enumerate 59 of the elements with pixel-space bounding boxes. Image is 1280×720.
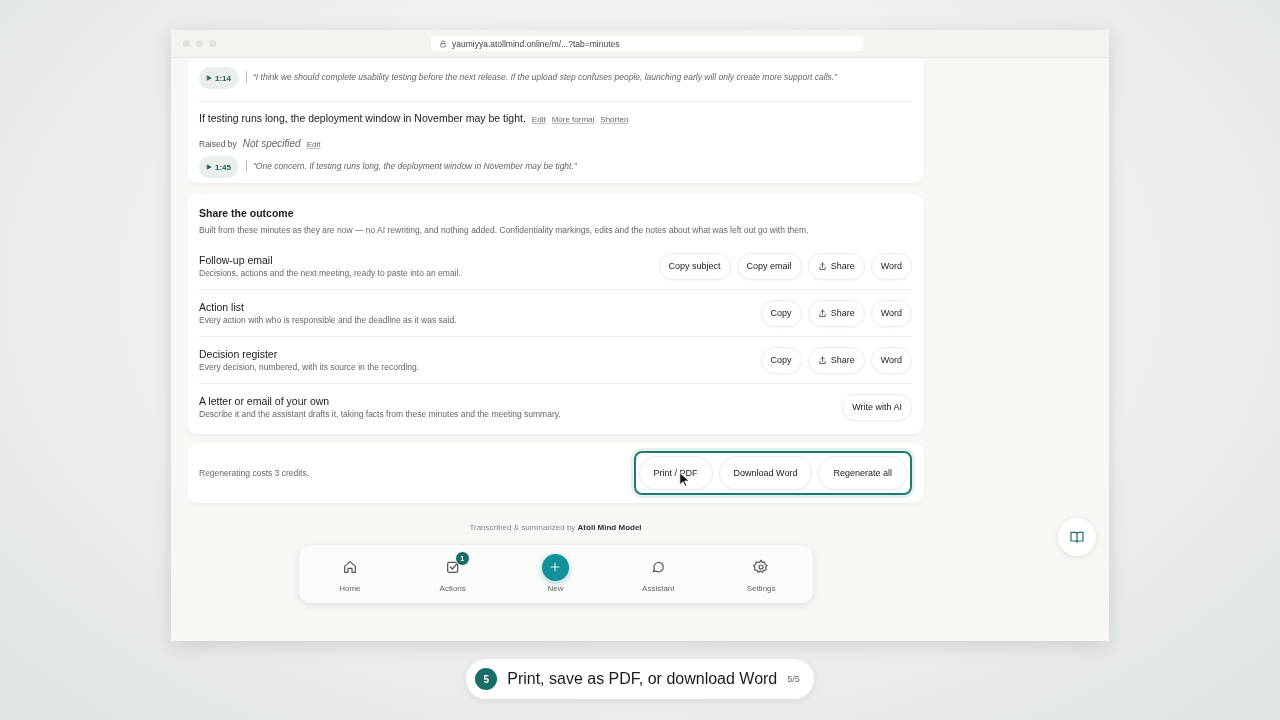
step-counter: 5/5: [787, 674, 800, 684]
play-button[interactable]: 1:45: [199, 156, 238, 178]
edit-link[interactable]: More formal: [551, 115, 595, 124]
nav-item[interactable]: Assistant: [618, 555, 699, 593]
action-button[interactable]: Word: [870, 252, 912, 280]
row-title: Follow-up email: [199, 254, 274, 266]
play-button[interactable]: 1:14: [199, 67, 238, 89]
quote-text: “I think we should complete usability testing before the next release. If the upload step confuses people, launching early will only create more support calls.”: [246, 70, 837, 83]
edit-link[interactable]: Edit: [306, 140, 321, 149]
caption-text: Print, save as PDF, or download Word: [507, 670, 778, 688]
action-button[interactable]: Write with AI: [842, 393, 912, 421]
share-button[interactable]: Share: [807, 346, 865, 374]
step-badge: 5: [475, 668, 498, 690]
row-description: Every decision, numbered, with its source in the recording.: [199, 362, 420, 372]
row-title: Action list: [199, 301, 245, 313]
action-button[interactable]: Word: [870, 299, 912, 327]
home-icon: [341, 559, 358, 575]
add-button[interactable]: [542, 553, 569, 581]
action-button[interactable]: Regenerate all: [818, 456, 907, 490]
share-icon: [817, 261, 827, 271]
share-button[interactable]: Share: [807, 299, 865, 327]
row-title: A letter or email of your own: [199, 395, 331, 407]
point-text: If testing runs long, the deployment window in November may be tight.: [199, 112, 526, 124]
row-title: Decision register: [199, 348, 279, 360]
nav-item[interactable]: New: [515, 555, 596, 593]
row-description: Describe it and the assistant drafts it, taking facts from these minutes and the meeting summary.: [199, 409, 561, 419]
nav-item[interactable]: Home: [309, 555, 390, 593]
row-description: Decisions, actions and the next meeting, ready to paste into an email.: [199, 268, 461, 278]
play-icon: [206, 164, 212, 170]
action-button[interactable]: Copy: [760, 299, 802, 327]
lock-icon: [439, 39, 447, 48]
share-icon: [817, 355, 827, 365]
nav-item[interactable]: Settings: [721, 555, 802, 593]
share-button[interactable]: Share: [807, 252, 865, 280]
edit-link[interactable]: Shorten: [600, 115, 629, 124]
address-bar[interactable]: yaumiyya.atollmind.online/m/...?tab=minutes: [431, 36, 863, 51]
chat-icon: [650, 559, 667, 575]
checkbox-icon: [444, 559, 461, 575]
section-title: Share the outcome: [199, 207, 295, 219]
credit-text: Transcribed & summarized by Atoll Mind Model: [468, 523, 643, 532]
quote-text: “One concern. If testing runs long, the deployment window in November may be tight.”: [246, 159, 577, 172]
raised-by-label: Raised by: [199, 139, 237, 149]
guide-button[interactable]: [1058, 518, 1096, 556]
play-icon: [206, 75, 212, 81]
row-description: Every action with who is responsible and the deadline as it was said.: [199, 315, 457, 325]
action-button[interactable]: Copy subject: [658, 252, 731, 280]
credits-note: Regenerating costs 3 credits.: [199, 468, 310, 478]
action-button[interactable]: Word: [870, 346, 912, 374]
action-button[interactable]: Download Word: [718, 456, 813, 490]
action-button[interactable]: Copy email: [736, 252, 802, 280]
raised-by-value: Not specified: [242, 138, 301, 149]
action-button[interactable]: Copy: [760, 346, 802, 374]
url-text: yaumiyya.atollmind.online/m/...?tab=minutes: [452, 38, 620, 49]
book-icon: [1069, 529, 1085, 545]
edit-link[interactable]: Edit: [531, 115, 546, 124]
share-icon: [817, 308, 827, 318]
plus-icon: [549, 561, 562, 573]
section-description: Built from these minutes as they are now — no AI rewriting, and nothing added. Confidentiality markings, edits and the notes about what was left out go with them.: [199, 225, 810, 235]
settings-icon: [753, 559, 770, 575]
